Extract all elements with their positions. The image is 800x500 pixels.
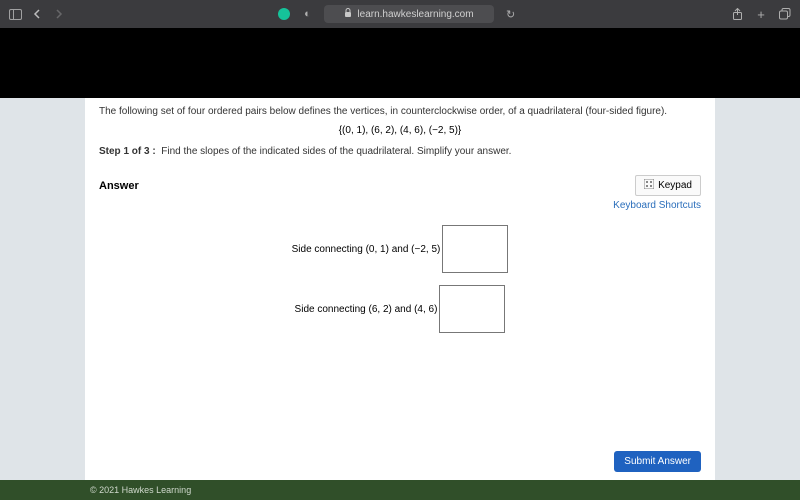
keypad-button[interactable]: Keypad xyxy=(635,175,701,196)
answer-row-label: Side connecting (0, 1) and (−2, 5) xyxy=(292,244,441,255)
browser-toolbar: ◐ learn.hawkeslearning.com ↻ + xyxy=(0,0,800,28)
question-card: The following set of four ordered pairs … xyxy=(85,98,715,480)
tabs-icon[interactable] xyxy=(778,7,792,21)
keyboard-shortcuts-link[interactable]: Keyboard Shortcuts xyxy=(99,200,701,211)
url-text: learn.hawkeslearning.com xyxy=(357,9,473,20)
question-intro: The following set of four ordered pairs … xyxy=(99,106,701,117)
step-text: Find the slopes of the indicated sides o… xyxy=(161,146,511,157)
header-band xyxy=(0,28,800,98)
keypad-icon xyxy=(644,179,654,192)
answer-inputs: Side connecting (0, 1) and (−2, 5) Side … xyxy=(99,225,701,333)
answer-row: Side connecting (6, 2) and (4, 6) xyxy=(295,285,506,333)
url-bar[interactable]: learn.hawkeslearning.com xyxy=(324,5,493,23)
lock-icon xyxy=(344,8,352,20)
reader-icon[interactable]: ◐ xyxy=(300,7,314,21)
keypad-label: Keypad xyxy=(658,180,692,191)
answer-header: Answer Keypad xyxy=(99,175,701,196)
slope-input-1[interactable] xyxy=(442,225,508,273)
step-instruction: Step 1 of 3 : Find the slopes of the ind… xyxy=(99,146,701,157)
vertex-set: {(0, 1), (6, 2), (4, 6), (−2, 5)} xyxy=(99,125,701,136)
step-label: Step 1 of 3 : xyxy=(99,146,156,157)
answer-title: Answer xyxy=(99,180,139,192)
reload-icon[interactable]: ↻ xyxy=(504,7,518,21)
page-area: The following set of four ordered pairs … xyxy=(0,98,800,480)
answer-row: Side connecting (0, 1) and (−2, 5) xyxy=(292,225,509,273)
share-icon[interactable] xyxy=(730,7,744,21)
grammarly-icon[interactable] xyxy=(278,8,290,20)
forward-icon[interactable] xyxy=(52,7,66,21)
new-tab-icon[interactable]: + xyxy=(754,7,768,21)
answer-row-label: Side connecting (6, 2) and (4, 6) xyxy=(295,304,438,315)
page-footer: © 2021 Hawkes Learning xyxy=(0,480,800,500)
slope-input-2[interactable] xyxy=(439,285,505,333)
back-icon[interactable] xyxy=(30,7,44,21)
sidebar-icon[interactable] xyxy=(8,7,22,21)
submit-answer-button[interactable]: Submit Answer xyxy=(614,451,701,472)
copyright-text: © 2021 Hawkes Learning xyxy=(90,485,191,495)
